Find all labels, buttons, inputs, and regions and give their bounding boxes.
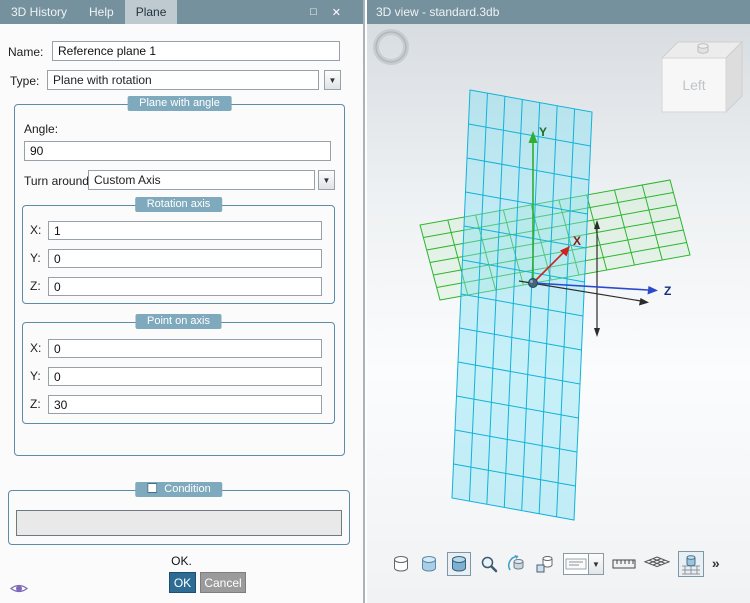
turn-around-dropdown[interactable]: Custom Axis <box>88 170 315 190</box>
view-config-icon <box>565 558 587 570</box>
wireframe-cylinder-icon[interactable] <box>391 554 411 574</box>
maximize-icon[interactable]: □ <box>310 6 317 18</box>
nav-cube[interactable]: Left <box>660 40 744 114</box>
point-x-label: X: <box>30 341 42 355</box>
orbit-ring-edge <box>375 31 407 63</box>
rotation-y-label: Y: <box>30 251 41 265</box>
close-icon[interactable]: ✕ <box>332 6 341 19</box>
type-dropdown[interactable]: Plane with rotation <box>47 70 319 90</box>
rotation-x-label: X: <box>30 223 42 237</box>
viewport-title: 3D view - standard.3db <box>376 5 500 19</box>
rotation-z-label: Z: <box>30 279 41 293</box>
mesh-grid-icon[interactable] <box>644 556 670 572</box>
x-axis-label: X <box>573 234 581 248</box>
z-axis-label: Z <box>664 284 671 298</box>
condition-title-text: Condition <box>164 483 211 495</box>
view-config-dropdown[interactable]: ▼ <box>563 553 604 575</box>
name-label: Name: <box>8 45 44 59</box>
shaded-cylinder-icon[interactable] <box>419 554 439 574</box>
condition-title: Condition <box>135 482 223 497</box>
zoom-icon[interactable] <box>479 554 499 574</box>
viewport-canvas[interactable]: Z Y X Left <box>367 24 750 603</box>
plane-properties-panel: 3D History Help Plane □ ✕ Name: Type: Pl… <box>0 0 365 603</box>
tab-3d-history[interactable]: 3D History <box>0 0 78 24</box>
measure-ruler-icon[interactable] <box>612 558 636 570</box>
workplane-cylinder-icon[interactable] <box>677 551 704 577</box>
type-dropdown-arrow-icon[interactable]: ▼ <box>324 70 341 90</box>
origin-point <box>528 278 538 288</box>
view-rotate-icon[interactable] <box>507 554 527 574</box>
nav-cube-cylinder-icon <box>697 43 709 54</box>
point-z-input[interactable] <box>48 395 322 414</box>
angle-input[interactable] <box>24 141 331 161</box>
tab-plane[interactable]: Plane <box>124 0 178 24</box>
nav-cube-face-label: Left <box>682 77 705 93</box>
right-titlebar: 3D view - standard.3db <box>367 0 750 24</box>
shaded-edges-cylinder-icon[interactable] <box>447 552 471 576</box>
rotation-z-input[interactable] <box>48 277 322 296</box>
condition-input <box>16 510 342 536</box>
left-titlebar: 3D History Help Plane □ ✕ <box>0 0 363 24</box>
name-input[interactable] <box>52 41 340 61</box>
type-label: Type: <box>10 74 40 88</box>
application-window: 3D History Help Plane □ ✕ Name: Type: Pl… <box>0 0 750 603</box>
turn-around-label: Turn around <box>24 174 89 188</box>
plane-form: Name: Type: Plane with rotation ▼ Plane … <box>0 24 363 603</box>
3d-view-panel: 3D view - standard.3db Z Y X Left ▼ » <box>367 0 750 603</box>
status-text: OK. <box>171 554 192 568</box>
point-z-label: Z: <box>30 397 41 411</box>
angle-label: Angle: <box>24 122 59 136</box>
point-y-label: Y: <box>30 369 41 383</box>
3d-viewport[interactable]: Z Y X Left ▼ » <box>367 24 750 603</box>
cyan-grid <box>452 90 592 520</box>
plane-with-angle-title: Plane with angle <box>127 96 232 111</box>
viewport-toolbar: ▼ » <box>391 551 720 577</box>
rotation-y-input[interactable] <box>48 249 322 268</box>
view-config-arrow-icon[interactable]: ▼ <box>588 554 603 574</box>
window-buttons: □ ✕ <box>310 0 363 24</box>
turn-around-dropdown-arrow-icon[interactable]: ▼ <box>318 170 335 190</box>
point-on-axis-title: Point on axis <box>135 314 222 329</box>
rotation-x-input[interactable] <box>48 221 322 240</box>
orbit-control[interactable] <box>373 29 409 65</box>
ok-button[interactable]: OK <box>169 572 196 593</box>
point-y-input[interactable] <box>48 367 322 386</box>
point-x-input[interactable] <box>48 339 322 358</box>
eye-icon[interactable] <box>9 582 29 598</box>
y-axis-label: Y <box>539 125 547 139</box>
reference-plane-grid <box>452 90 592 520</box>
cancel-button[interactable]: Cancel <box>200 572 246 593</box>
tab-help[interactable]: Help <box>78 0 125 24</box>
rotation-axis-title: Rotation axis <box>134 197 223 212</box>
camera-window-icon[interactable] <box>535 554 555 574</box>
condition-checkbox[interactable] <box>147 483 158 493</box>
toolbar-overflow-button[interactable]: » <box>712 555 720 573</box>
